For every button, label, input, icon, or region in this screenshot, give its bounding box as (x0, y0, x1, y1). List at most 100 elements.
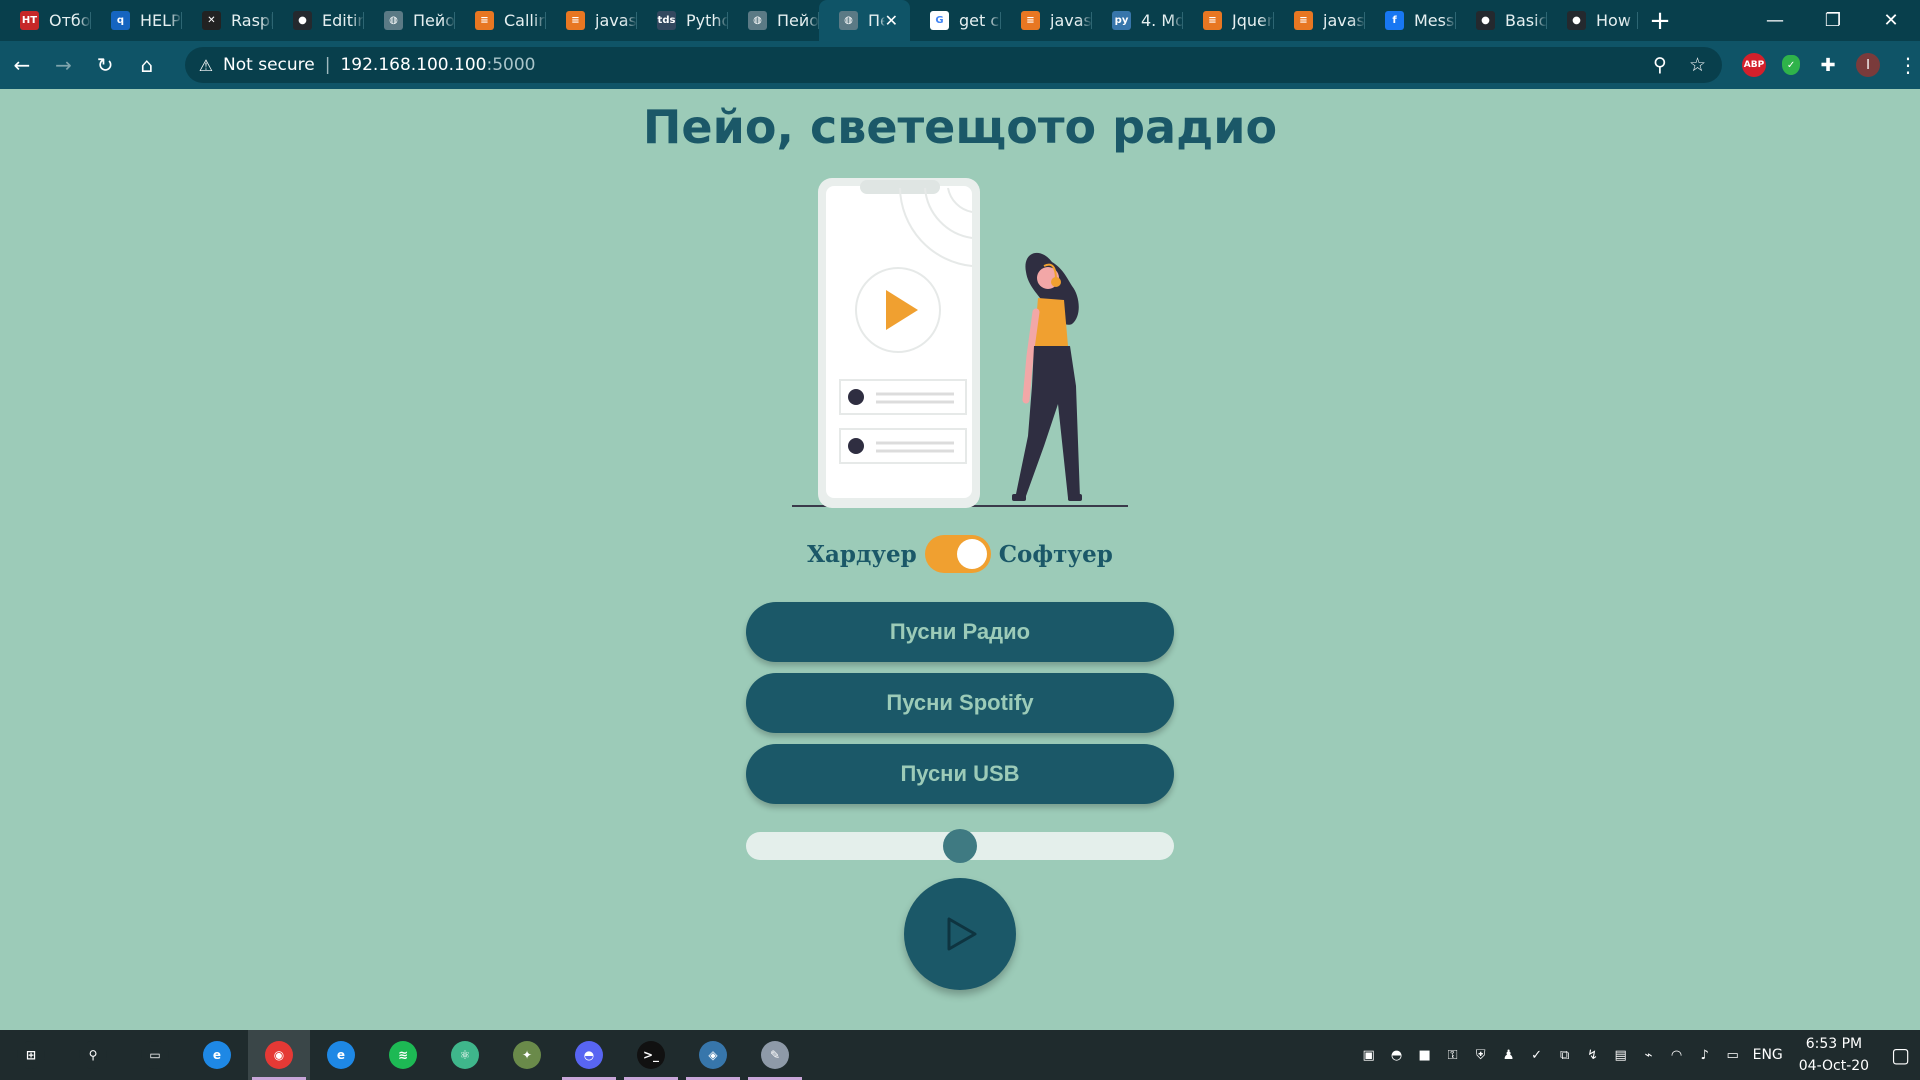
tab-label: Raspb (231, 11, 273, 30)
browser-tab[interactable]: py 4. Mo (1092, 0, 1183, 41)
browser-tab[interactable]: ● How c (1547, 0, 1638, 41)
taskbar-search-button[interactable]: ⚲ (62, 1030, 124, 1080)
toggle-knob[interactable] (956, 539, 987, 569)
new-tab-button[interactable]: + (1638, 0, 1682, 41)
reload-button[interactable]: ↻ (85, 45, 125, 85)
browser-tab[interactable]: ● Basic (1456, 0, 1547, 41)
browser-menu-icon[interactable]: ⋮ (1896, 53, 1920, 77)
tray-icon[interactable]: ⚿ (1443, 1045, 1463, 1065)
zoom-icon[interactable]: ⚲ (1653, 54, 1667, 76)
volume-slider[interactable] (746, 829, 1174, 863)
browser-tab[interactable]: f Messe (1365, 0, 1456, 41)
tray-icon[interactable]: ♟ (1499, 1045, 1519, 1065)
minimize-button[interactable]: — (1746, 0, 1804, 41)
taskbar-discord-button[interactable]: ◓ (558, 1030, 620, 1080)
taskbar-chrome-button[interactable]: ◉ (248, 1030, 310, 1080)
tray-icon[interactable]: ♪ (1695, 1045, 1715, 1065)
taskbar-spotify-button[interactable]: ≋ (372, 1030, 434, 1080)
tab-label: javasc (595, 11, 637, 30)
home-button[interactable]: ⌂ (127, 45, 167, 85)
browser-tab[interactable]: ≡ Callin (455, 0, 546, 41)
tab-label: Pytho (686, 11, 728, 30)
tab-favicon-icon: ✕ (202, 11, 221, 30)
shield-extension-icon[interactable]: ✓ (1782, 55, 1801, 75)
tray-icon[interactable]: ◓ (1387, 1045, 1407, 1065)
hardware-label: Хардуер (807, 540, 917, 568)
tray-icon[interactable]: ■ (1415, 1045, 1435, 1065)
taskbar-edge-dev-button[interactable]: e (310, 1030, 372, 1080)
taskbar-task-view-button[interactable]: ▭ (124, 1030, 186, 1080)
taskbar-python-ide-button[interactable]: ◈ (682, 1030, 744, 1080)
adblock-plus-icon[interactable]: ABP (1742, 53, 1767, 77)
tab-label: javasc (1323, 11, 1365, 30)
mode-toggle-row: Хардуер Софтуер (0, 535, 1920, 573)
extension-area: ABP ✓ ✚ I ⋮ (1742, 53, 1920, 77)
page-title: Пейо, светещото радио (642, 100, 1278, 154)
warning-icon[interactable]: ⚠ (199, 56, 213, 75)
tray-icon[interactable]: ⌁ (1639, 1045, 1659, 1065)
taskbar-terminal-button[interactable]: >_ (620, 1030, 682, 1080)
tab-close-icon[interactable]: ✕ (885, 11, 898, 30)
restore-button[interactable]: ❐ (1804, 0, 1862, 41)
tab-favicon-icon: G (930, 11, 949, 30)
tab-label: Basic (1505, 11, 1547, 30)
window-controls: — ❐ ✕ (1746, 0, 1920, 41)
browser-tab[interactable]: Gget cl (910, 0, 1001, 41)
edge-icon: e (203, 1041, 231, 1069)
tab-favicon-icon: ◍ (839, 11, 858, 30)
start-icon: ⊞ (17, 1041, 45, 1069)
taskbar-edge-button[interactable]: e (186, 1030, 248, 1080)
browser-tab[interactable]: ◍ Пе✕ (819, 0, 910, 41)
tray-icon[interactable]: ↯ (1583, 1045, 1603, 1065)
puzzle-extensions-icon[interactable]: ✚ (1816, 53, 1840, 77)
tray-icon[interactable]: ✓ (1527, 1045, 1547, 1065)
notification-center-icon[interactable]: ▢ (1891, 1043, 1910, 1067)
tray-icon[interactable]: ⛨ (1471, 1045, 1491, 1065)
browser-tab[interactable]: ≡ javasc (1001, 0, 1092, 41)
browser-tab-strip: HT Отбор q HELPq ✕ Raspb ● Editin ◍ Пейо ≡ Callin ≡ j… (0, 0, 1920, 41)
language-indicator[interactable]: ENG (1753, 1047, 1783, 1063)
browser-tab[interactable]: tds Pytho (637, 0, 728, 41)
browser-tab[interactable]: ● Editin (273, 0, 364, 41)
taskbar-paint-button[interactable]: ✎ (744, 1030, 806, 1080)
back-button[interactable]: ← (2, 45, 42, 85)
mode-toggle-switch[interactable] (924, 535, 991, 573)
tray-icon[interactable]: ◠ (1667, 1045, 1687, 1065)
tab-favicon-icon: q (111, 11, 130, 30)
tray-icon[interactable]: ▤ (1611, 1045, 1631, 1065)
browser-tab[interactable]: ◍ Пейо (364, 0, 455, 41)
browser-tab[interactable]: HT Отбор (0, 0, 91, 41)
bookmark-star-icon[interactable]: ☆ (1689, 54, 1706, 76)
taskbar-atom-button[interactable]: ⚛ (434, 1030, 496, 1080)
close-window-button[interactable]: ✕ (1862, 0, 1920, 41)
security-status-text[interactable]: Not secure (223, 55, 315, 75)
volume-slider-thumb[interactable] (943, 829, 977, 863)
taskbar-start-button[interactable]: ⊞ (0, 1030, 62, 1080)
play-button[interactable] (904, 878, 1016, 990)
address-bar[interactable]: ⚠ Not secure | 192.168.100.100:5000 ⚲ ☆ (184, 47, 1723, 83)
tray-icon[interactable]: ▭ (1723, 1045, 1743, 1065)
taskbar-game-button[interactable]: ✦ (496, 1030, 558, 1080)
play-spotify-button[interactable]: Пусни Spotify (746, 673, 1174, 733)
clock[interactable]: 6:53 PM 04-Oct-20 (1799, 1033, 1869, 1077)
tab-label: Пе (868, 11, 885, 30)
tray-icon[interactable]: ⧉ (1555, 1045, 1575, 1065)
windows-taskbar: ⊞ ⚲ ▭ e ◉ e ≋ ⚛ ✦ ◓ >_ ◈ ✎ ▣ ◓ ■ ⚿ ⛨ ♟ ✓ ⧉ ↯ ▤ ⌁ ◠ ♪ ▭ ENG 6:53 P… (0, 1030, 1920, 1080)
browser-tab[interactable]: ✕ Raspb (182, 0, 273, 41)
browser-tab[interactable]: ≡ javasc (546, 0, 637, 41)
woman-with-headphones (1012, 252, 1082, 501)
browser-tab[interactable]: ≡ Jquer (1183, 0, 1274, 41)
browser-tab[interactable]: ≡ javasc (1274, 0, 1365, 41)
tab-favicon-icon: ≡ (1021, 11, 1040, 30)
play-radio-button[interactable]: Пусни Радио (746, 602, 1174, 662)
paint-icon: ✎ (761, 1041, 789, 1069)
tray-icon[interactable]: ▣ (1359, 1045, 1379, 1065)
clock-time: 6:53 PM (1805, 1036, 1863, 1052)
profile-avatar[interactable]: I (1856, 53, 1881, 77)
edge-dev-icon: e (327, 1041, 355, 1069)
play-usb-button[interactable]: Пусни USB (746, 744, 1174, 804)
forward-button[interactable]: → (44, 45, 84, 85)
browser-tab[interactable]: q HELPq (91, 0, 182, 41)
terminal-icon: >_ (637, 1041, 665, 1069)
browser-tab[interactable]: ◍ Пейо (728, 0, 819, 41)
